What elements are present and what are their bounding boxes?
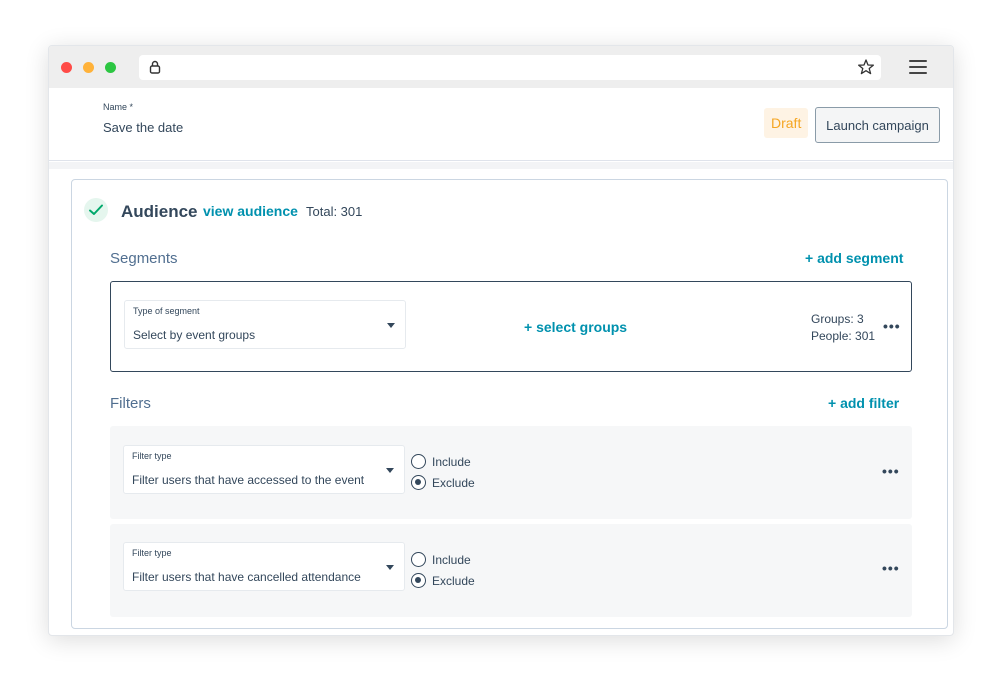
filter-type-value: Filter users that have accessed to the e… (132, 473, 365, 487)
exclude-label: Exclude (432, 574, 475, 588)
filter-type-select[interactable]: Filter type Filter users that have acces… (123, 445, 405, 494)
include-label: Include (432, 553, 471, 567)
add-filter-link[interactable]: + add filter (828, 395, 899, 411)
campaign-header: Name * Save the date Draft Launch campai… (49, 88, 953, 161)
menu-icon[interactable] (909, 60, 927, 74)
segment-type-label: Type of segment (133, 306, 200, 316)
people-count: People: 301 (811, 329, 876, 343)
filter-row: Filter type Filter users that have cance… (110, 524, 912, 617)
audience-title: Audience (121, 202, 198, 221)
segment-stats: Groups: 3 People: 301 (811, 311, 875, 345)
segment-type-value: Select by event groups (133, 328, 256, 342)
add-segment-link[interactable]: + add segment (805, 250, 903, 266)
more-icon[interactable]: ••• (883, 318, 901, 334)
divider (49, 162, 953, 169)
view-audience-link[interactable]: view audience (203, 203, 298, 219)
radio-circle (411, 454, 426, 469)
filter-type-label: Filter type (132, 548, 172, 558)
minimize-window-button[interactable] (83, 62, 94, 73)
caret-down-icon (386, 468, 394, 473)
browser-toolbar (49, 46, 953, 88)
filter-type-select[interactable]: Filter type Filter users that have cance… (123, 542, 405, 591)
check-icon (84, 198, 108, 222)
filter-row: Filter type Filter users that have acces… (110, 426, 912, 519)
audience-total: Total: 301 (306, 204, 363, 219)
radio-circle-selected (411, 573, 426, 588)
launch-campaign-button[interactable]: Launch campaign (815, 107, 940, 143)
caret-down-icon (387, 323, 395, 328)
segment-row: Type of segment Select by event groups +… (110, 281, 912, 372)
groups-count: Groups: 3 (811, 312, 864, 326)
lock-icon (149, 60, 161, 74)
more-icon[interactable]: ••• (882, 463, 900, 479)
radio-circle-selected (411, 475, 426, 490)
select-groups-link[interactable]: + select groups (524, 319, 627, 335)
include-label: Include (432, 455, 471, 469)
address-bar[interactable] (139, 55, 881, 80)
segments-title: Segments (110, 250, 178, 267)
star-icon[interactable] (857, 58, 875, 76)
close-window-button[interactable] (61, 62, 72, 73)
campaign-name-field[interactable]: Save the date (103, 120, 183, 135)
maximize-window-button[interactable] (105, 62, 116, 73)
filters-title: Filters (110, 395, 151, 412)
status-badge: Draft (764, 108, 809, 138)
browser-window: Name * Save the date Draft Launch campai… (48, 45, 954, 636)
segment-type-select[interactable]: Type of segment Select by event groups (124, 300, 406, 349)
radio-circle (411, 552, 426, 567)
name-label: Name * (103, 102, 134, 112)
exclude-label: Exclude (432, 476, 475, 490)
more-icon[interactable]: ••• (882, 560, 900, 576)
filter-type-value: Filter users that have cancelled attenda… (132, 570, 361, 584)
audience-card: Audience view audience Total: 301 Segmen… (71, 179, 948, 629)
caret-down-icon (386, 565, 394, 570)
filter-type-label: Filter type (132, 451, 172, 461)
